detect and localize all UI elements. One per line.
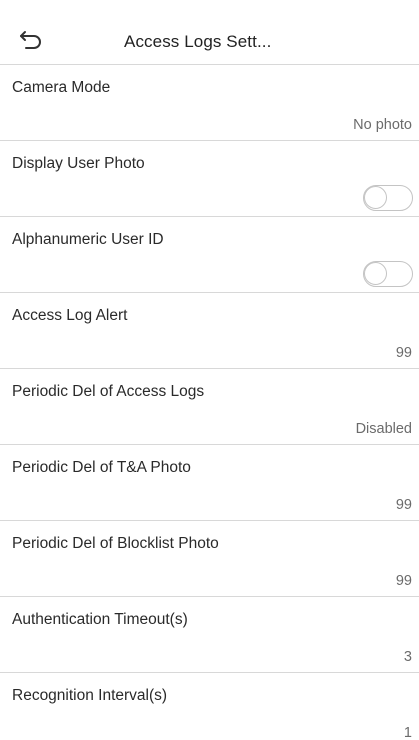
setting-label: Access Log Alert <box>12 307 128 324</box>
setting-label: Alphanumeric User ID <box>12 231 164 248</box>
setting-row-display-user-photo[interactable]: Display User Photo <box>0 140 419 216</box>
alphanumeric-user-id-toggle[interactable] <box>363 261 413 287</box>
back-button[interactable] <box>18 27 44 51</box>
setting-value: 3 <box>403 649 412 665</box>
setting-value: 99 <box>395 497 412 513</box>
setting-row-periodic-del-access-logs[interactable]: Periodic Del of Access Logs Disabled <box>0 368 419 444</box>
settings-list: Camera Mode No photo Display User Photo … <box>0 64 419 740</box>
setting-label: Periodic Del of Access Logs <box>12 383 205 400</box>
access-logs-settings-screen: Access Logs Sett... Camera Mode No photo… <box>0 0 419 740</box>
setting-row-authentication-timeout[interactable]: Authentication Timeout(s) 3 <box>0 596 419 672</box>
setting-value: Disabled <box>355 421 412 437</box>
setting-value: 99 <box>395 573 412 589</box>
setting-label: Recognition Interval(s) <box>12 687 168 704</box>
setting-value: 99 <box>395 345 412 361</box>
setting-row-periodic-del-blocklist-photo[interactable]: Periodic Del of Blocklist Photo 99 <box>0 520 419 596</box>
toggle-knob <box>364 262 387 285</box>
page-title: Access Logs Sett... <box>124 32 272 51</box>
setting-label: Camera Mode <box>12 79 111 96</box>
setting-label: Authentication Timeout(s) <box>12 611 188 628</box>
setting-row-alphanumeric-user-id[interactable]: Alphanumeric User ID <box>0 216 419 292</box>
back-arrow-icon <box>20 31 41 49</box>
display-user-photo-toggle[interactable] <box>363 185 413 211</box>
setting-value: 1 <box>403 725 412 740</box>
setting-row-access-log-alert[interactable]: Access Log Alert 99 <box>0 292 419 368</box>
setting-row-camera-mode[interactable]: Camera Mode No photo <box>0 64 419 140</box>
setting-label: Periodic Del of T&A Photo <box>12 459 191 476</box>
toggle-knob <box>364 186 387 209</box>
setting-row-recognition-interval[interactable]: Recognition Interval(s) 1 <box>0 672 419 740</box>
setting-label: Display User Photo <box>12 155 145 172</box>
setting-value: No photo <box>353 117 412 133</box>
setting-row-periodic-del-ta-photo[interactable]: Periodic Del of T&A Photo 99 <box>0 444 419 520</box>
setting-label: Periodic Del of Blocklist Photo <box>12 535 219 552</box>
